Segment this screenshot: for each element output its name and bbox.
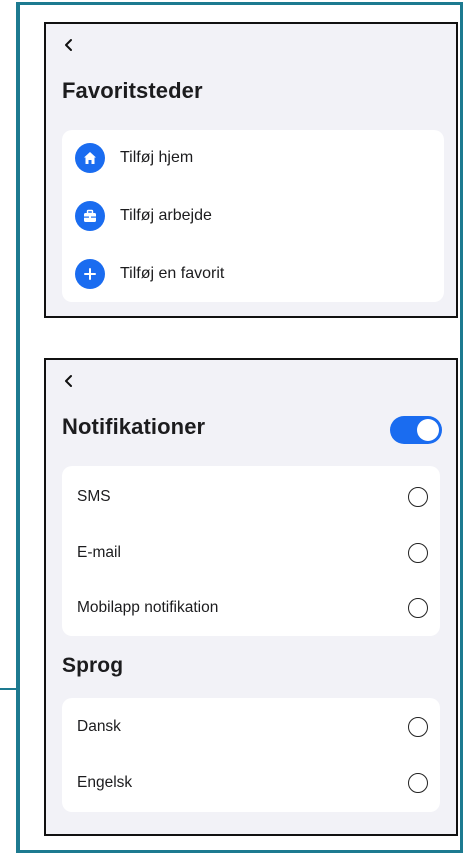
danish-radio[interactable] [408, 717, 428, 737]
home-icon [75, 143, 105, 173]
chevron-left-icon [62, 38, 76, 52]
add-work-label: Tilføj arbejde [120, 207, 212, 224]
notifications-toggle[interactable] [390, 416, 442, 444]
option-email[interactable]: E-mail [62, 526, 440, 580]
option-label: SMS [77, 488, 111, 505]
option-sms[interactable]: SMS [62, 470, 440, 524]
favorites-screen: Favoritsteder Tilføj hjem Tilføj arbejde… [44, 22, 458, 318]
option-danish[interactable]: Dansk [62, 700, 440, 754]
option-label: Engelsk [77, 774, 133, 791]
option-label: Dansk [77, 718, 121, 735]
toggle-knob [417, 419, 439, 441]
add-favorite-label: Tilføj en favorit [120, 265, 225, 282]
back-button[interactable] [62, 38, 76, 52]
add-home-label: Tilføj hjem [120, 149, 194, 166]
favorites-list: Tilføj hjem Tilføj arbejde Tilføj en fav… [62, 130, 444, 302]
add-work-button[interactable]: Tilføj arbejde [62, 196, 444, 236]
back-button[interactable] [62, 374, 76, 388]
frame-connector-line [0, 688, 16, 690]
notification-options: SMS E-mail Mobilapp notifikation [62, 466, 440, 636]
page-title: Favoritsteder [62, 78, 203, 103]
language-options: Dansk Engelsk [62, 698, 440, 812]
email-radio[interactable] [408, 543, 428, 563]
notifications-title: Notifikationer [62, 414, 206, 439]
add-favorite-button[interactable]: Tilføj en favorit [62, 254, 444, 294]
notifications-screen: Notifikationer SMS E-mail Mobilapp notif… [44, 358, 458, 836]
chevron-left-icon [62, 374, 76, 388]
option-label: E-mail [77, 544, 121, 561]
briefcase-icon [75, 201, 105, 231]
english-radio[interactable] [408, 773, 428, 793]
option-label: Mobilapp notifikation [77, 599, 219, 616]
sms-radio[interactable] [408, 487, 428, 507]
plus-icon [75, 259, 105, 289]
mobile-app-radio[interactable] [408, 598, 428, 618]
option-english[interactable]: Engelsk [62, 756, 440, 810]
option-mobile-app[interactable]: Mobilapp notifikation [62, 581, 440, 635]
language-title: Sprog [62, 654, 124, 677]
add-home-button[interactable]: Tilføj hjem [62, 138, 444, 178]
